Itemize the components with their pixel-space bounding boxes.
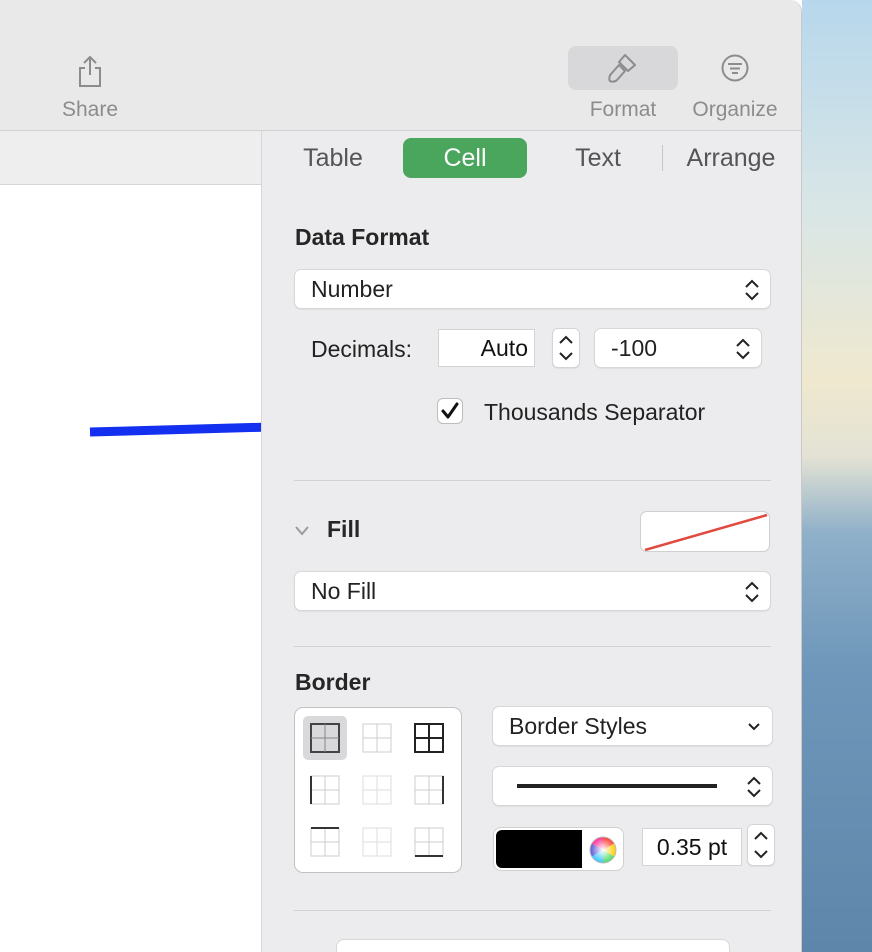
border-all-button[interactable] [303,716,347,760]
inspector-tabs: Table Cell Text Arrange [262,131,801,185]
border-none-button[interactable] [355,768,399,812]
organize-label: Organize [692,98,778,121]
numbers-window: Share Format Organize Table Cell Text Ar… [0,0,802,952]
thousands-separator-checkbox[interactable] [437,398,463,424]
fill-title: Fill [327,516,361,542]
tab-divider [662,145,663,171]
border-width-stepper[interactable] [747,824,775,866]
thousands-separator-label: Thousands Separator [484,399,706,425]
stepper-arrows-icon [754,831,768,859]
chevron-updown-icon [747,776,761,798]
border-right-button[interactable] [407,768,451,812]
border-title: Border [295,669,371,695]
toolbar: Share Format Organize [0,0,801,131]
data-format-popup[interactable]: Number [294,269,771,309]
decimals-label: Decimals: [311,336,412,362]
section-divider [294,480,771,481]
border-selector-grid [294,707,462,873]
border-width-input[interactable]: 0.35 pt [642,828,742,866]
border-inner-button[interactable] [355,716,399,760]
chevron-updown-icon [745,581,759,603]
line-style-popup[interactable] [492,766,773,806]
sheet-tab-bar [0,131,262,185]
data-format-title: Data Format [295,224,430,250]
tab-arrange[interactable]: Arrange [678,138,784,178]
border-color-swatch [496,830,582,868]
tab-cell[interactable]: Cell [403,138,527,178]
border-all-thick-button[interactable] [407,716,451,760]
disclosure-chevron-icon[interactable] [294,524,310,538]
share-icon [75,46,105,96]
decimals-stepper[interactable] [552,328,580,368]
no-fill-slash-icon [644,513,768,551]
section-divider [294,910,771,911]
chevron-down-icon [748,723,760,731]
share-button[interactable]: Share [40,46,140,122]
format-button[interactable]: Format [568,46,678,122]
border-bottom-button[interactable] [407,820,451,864]
fill-type-popup[interactable]: No Fill [294,571,771,611]
negative-format-popup[interactable]: -100 [594,328,762,368]
solid-line-preview [517,784,717,788]
border-color-well[interactable] [493,827,624,871]
format-paintbrush-icon [568,46,678,90]
tab-text[interactable]: Text [556,138,640,178]
chevron-updown-icon [736,338,750,360]
organize-icon [720,46,750,90]
organize-button[interactable]: Organize [684,46,786,122]
stepper-arrows-icon [559,335,573,361]
checkmark-icon [441,402,459,419]
color-wheel-icon[interactable] [588,835,618,865]
data-format-value: Number [311,275,393,302]
fill-color-swatch[interactable] [640,511,770,552]
next-section-popup[interactable] [336,939,730,952]
decimals-input[interactable]: Auto [438,329,535,367]
border-center-button[interactable] [355,820,399,864]
format-label: Format [589,98,657,121]
section-divider [294,646,771,647]
desktop-wallpaper [802,0,872,952]
border-left-button[interactable] [303,768,347,812]
border-styles-popup[interactable]: Border Styles [492,706,773,746]
share-label: Share [61,98,119,121]
chevron-updown-icon [745,279,759,301]
format-inspector: Table Cell Text Arrange Data Format Numb… [261,131,801,952]
tab-table[interactable]: Table [290,138,376,178]
border-top-button[interactable] [303,820,347,864]
